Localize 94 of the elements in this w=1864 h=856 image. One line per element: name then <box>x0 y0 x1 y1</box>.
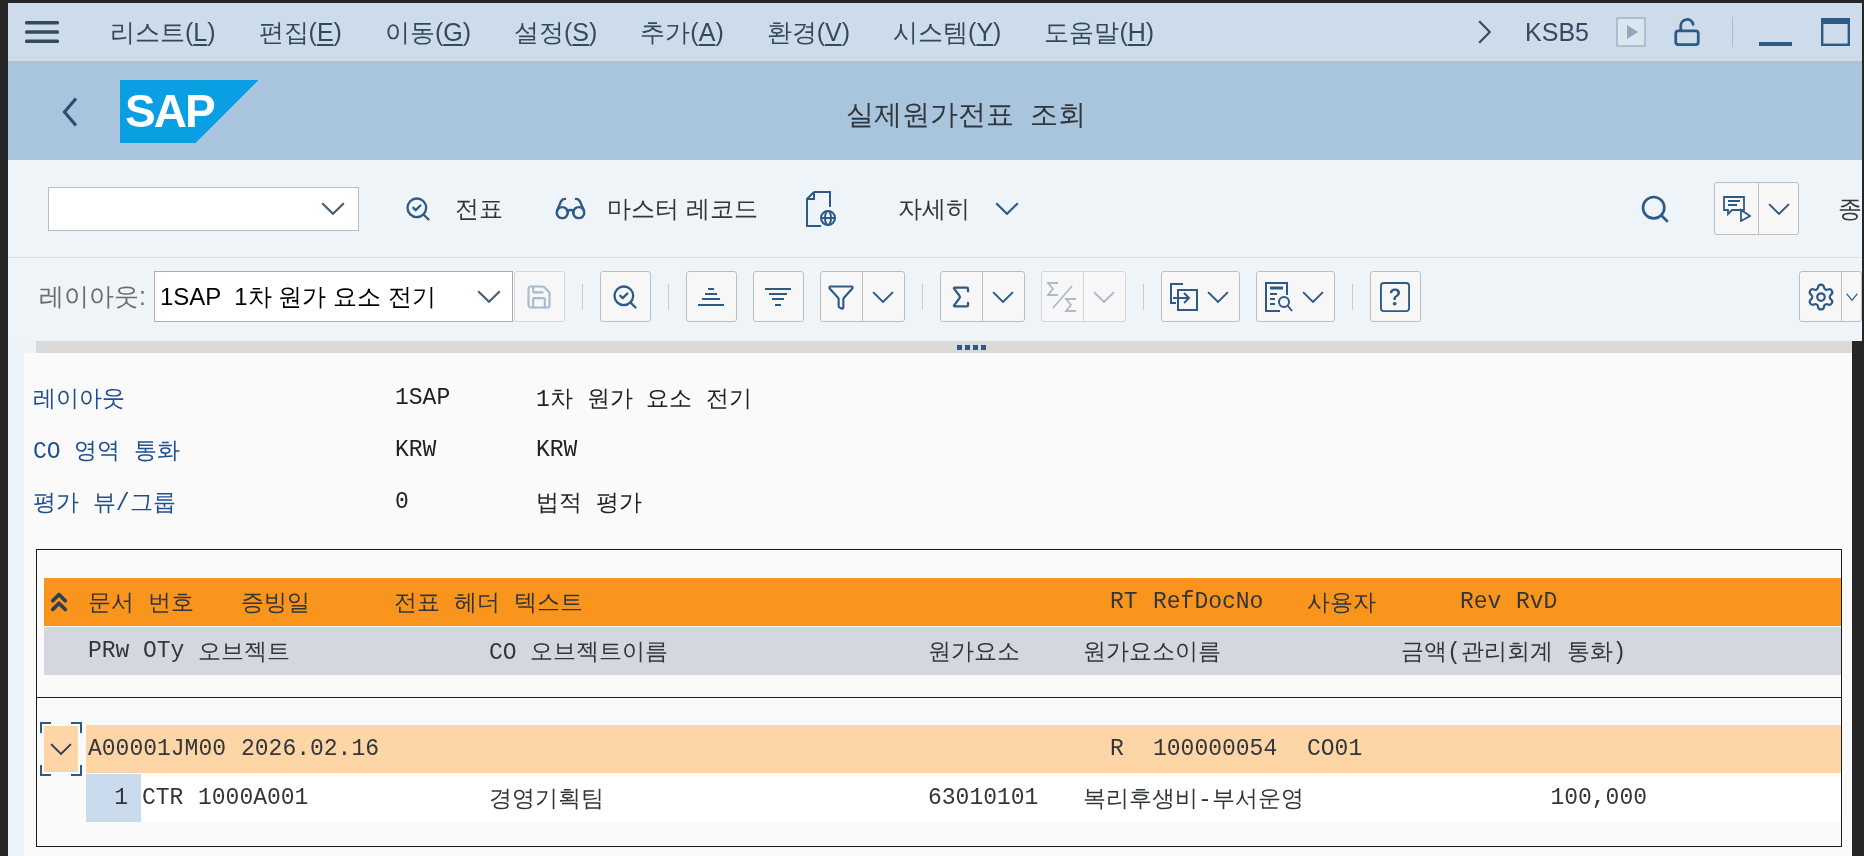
master-record-button[interactable]: 마스터 레코드 <box>554 192 758 225</box>
export-button[interactable] <box>1160 271 1240 322</box>
menu-item[interactable]: 추가(A) <box>640 15 724 49</box>
field-value: 법적 평가 <box>536 489 643 518</box>
sort-ascending-button[interactable] <box>685 271 737 322</box>
save-icon <box>525 282 554 311</box>
caret-icon <box>321 202 345 215</box>
magnifier-check-icon <box>611 282 640 311</box>
caret-icon <box>994 202 1019 215</box>
list-text: 경영기획팀 <box>488 785 604 814</box>
column-heading: 원가요소이름 <box>1082 638 1221 667</box>
caret-icon <box>1845 292 1858 301</box>
report-magnifier-icon <box>1265 281 1294 312</box>
column-heading: RT <box>1109 589 1138 615</box>
document-globe-icon[interactable] <box>805 190 836 227</box>
line-item-row[interactable]: 1 CTR 1000A001 경영기획팀 63010101 복리후생비-부서운영 100,000 <box>86 774 1841 822</box>
messages-button[interactable] <box>1714 182 1799 235</box>
column-heading: 금액(관리회계 통화) <box>1400 638 1627 667</box>
list-text: CTR <box>141 785 184 811</box>
field-label: 레이아웃 <box>33 385 126 414</box>
caret-icon <box>476 290 501 303</box>
column-heading: 전표 헤더 텍스트 <box>393 589 583 618</box>
list-text: 2026.02.16 <box>240 736 380 762</box>
column-heading: 문서 번호 <box>87 589 194 618</box>
caret-icon <box>1767 202 1790 215</box>
details-button[interactable] <box>599 271 651 322</box>
layout-dropdown[interactable]: 1SAP 1차 원가 요소 전기 <box>153 271 513 322</box>
field-value: 0 <box>395 489 410 515</box>
menu-icon[interactable] <box>25 21 59 43</box>
help-icon <box>1380 281 1411 312</box>
menu-item[interactable]: 환경(V) <box>766 15 851 49</box>
column-heading: 사용자 <box>1306 589 1376 618</box>
transaction-code: KSB5 <box>1525 17 1589 47</box>
details-menu[interactable]: 자세히 <box>897 192 1019 225</box>
field-label: 평가 뷰/그룹 <box>33 489 177 518</box>
grip-icon[interactable] <box>957 344 986 350</box>
caret-icon <box>1301 290 1324 303</box>
menu-item[interactable]: 도움말(H) <box>1044 15 1155 49</box>
list-text: 100,000 <box>1549 785 1647 811</box>
funnel-icon <box>827 282 856 311</box>
field-value: KRW <box>395 437 438 463</box>
field-value: 1SAP <box>395 385 452 411</box>
document-row[interactable]: A00001JM00 2026.02.16 R 100000054 CO01 <box>86 725 1841 773</box>
caret-icon <box>1206 290 1229 303</box>
caret-icon <box>1093 290 1116 303</box>
chevron-right-icon[interactable] <box>1478 20 1492 44</box>
field-value: KRW <box>536 437 579 463</box>
settings-button[interactable] <box>1799 271 1862 322</box>
menu-item[interactable]: 편집(E) <box>258 15 342 49</box>
caret-icon <box>872 290 895 303</box>
list-text: R <box>1109 736 1124 762</box>
column-heading: 증빙일 <box>240 589 310 618</box>
expand-button[interactable] <box>40 722 82 776</box>
menu-item[interactable]: 설정(S) <box>514 15 598 49</box>
list-text: 1000A001 <box>197 785 309 811</box>
window-title: 실제원가전표 조회 <box>845 97 1087 132</box>
column-heading: RvD <box>1515 589 1558 615</box>
list-text: 100000054 <box>1152 736 1278 762</box>
maximize-icon[interactable] <box>1821 18 1850 46</box>
caret-icon <box>992 290 1015 303</box>
column-heading: OTy <box>142 638 185 664</box>
total-button[interactable] <box>939 271 1025 322</box>
logo: SAP <box>120 80 259 143</box>
menu-item[interactable]: 시스템(Y) <box>893 15 1002 49</box>
column-heading: 오브젝트 <box>197 638 290 667</box>
list-text: 복리후생비-부서운영 <box>1082 785 1304 814</box>
sort-ascending-icon <box>698 287 725 306</box>
layout-view-button[interactable] <box>1255 271 1335 322</box>
document-button[interactable]: 전표 <box>404 192 503 225</box>
column-heading: 원가요소 <box>927 638 1020 667</box>
list-text: 63010101 <box>927 785 1039 811</box>
export-icon <box>1170 282 1199 311</box>
list-text: CO01 <box>1306 736 1363 762</box>
list-text: A00001JM00 <box>87 736 227 762</box>
filter-button[interactable] <box>819 271 905 322</box>
sort-descending-button[interactable] <box>752 271 804 322</box>
sort-descending-icon <box>765 287 792 306</box>
open-lock-icon[interactable] <box>1672 17 1702 47</box>
menu-item[interactable]: 리스트(L) <box>110 15 216 49</box>
field-value: 1차 원가 요소 전기 <box>536 385 754 414</box>
message-icon <box>1722 195 1751 222</box>
exit-button[interactable]: 종 <box>1838 192 1862 225</box>
back-icon[interactable] <box>62 96 78 127</box>
column-heading: PRw <box>87 638 130 664</box>
magnifier-check-icon <box>404 194 432 223</box>
field-label: CO 영역 통화 <box>33 437 182 466</box>
column-heading: RefDocNo <box>1152 589 1264 615</box>
menu-item[interactable]: 이동(G) <box>384 15 471 49</box>
layout-label: 레이아웃: <box>39 281 146 312</box>
line-number-cell: 1 <box>86 774 141 822</box>
help-button[interactable] <box>1369 271 1421 322</box>
sigma-fraction-icon <box>1047 281 1078 312</box>
column-heading: CO 오브젝트이름 <box>488 638 669 667</box>
column-heading: Rev <box>1459 589 1502 615</box>
